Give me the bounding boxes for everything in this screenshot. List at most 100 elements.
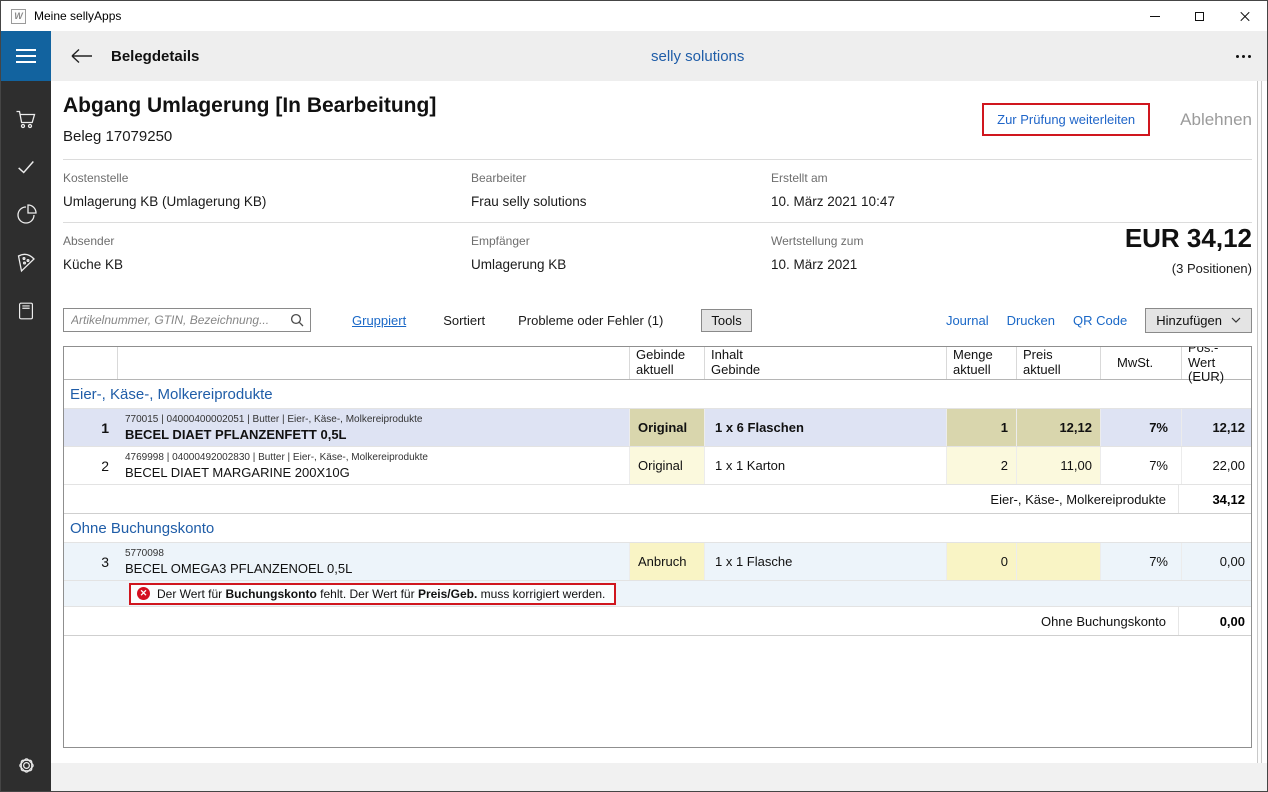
check-icon (15, 156, 37, 178)
field-absender: Absender Küche KB (63, 234, 471, 272)
more-dots-icon (1236, 55, 1239, 58)
col-gebinde: Gebinde aktuell (629, 347, 704, 379)
search-icon (290, 313, 304, 327)
col-mwst: MwSt. (1100, 347, 1181, 379)
print-link[interactable]: Drucken (1007, 313, 1055, 328)
gebinde-cell[interactable]: Anbruch (629, 543, 704, 580)
sidebar-item-settings[interactable] (1, 741, 51, 789)
field-empfaenger: Empfänger Umlagerung KB (471, 234, 771, 272)
window-title: Meine sellyApps (34, 9, 121, 23)
group-total-label: Ohne Buchungskonto (1041, 614, 1178, 629)
list-toolbar: Gruppiert Sortiert Probleme oder Fehler … (63, 307, 1252, 333)
meta-row-2: Absender Küche KB Empfänger Umlagerung K… (63, 223, 1252, 285)
close-icon (1239, 10, 1251, 22)
total-amount: EUR 34,12 (1125, 223, 1252, 254)
titlebar: W Meine sellyApps (1, 1, 1267, 31)
sidebar-item-reports[interactable] (1, 191, 51, 239)
book-icon (15, 300, 37, 322)
forward-for-review-button[interactable]: Zur Prüfung weiterleiten (984, 105, 1148, 134)
search-input[interactable] (64, 310, 290, 330)
sidebar-item-cart[interactable] (1, 95, 51, 143)
error-circle-icon: ✕ (137, 587, 150, 600)
problems-filter[interactable]: Probleme oder Fehler (1) (518, 313, 663, 328)
more-options-button[interactable] (1236, 55, 1251, 58)
inhalt-cell: 1 x 1 Flasche (704, 543, 946, 580)
preis-cell[interactable]: 11,00 (1016, 447, 1100, 484)
app-logo-icon: W (11, 9, 26, 24)
table-row[interactable]: 1 770015 | 04000400002051 | Butter | Eie… (64, 409, 1251, 447)
inhalt-cell: 1 x 6 Flaschen (704, 409, 946, 446)
mwst-cell: 7% (1100, 447, 1181, 484)
sorted-toggle[interactable]: Sortiert (443, 313, 485, 328)
close-button[interactable] (1222, 1, 1267, 31)
app-window: W Meine sellyApps (0, 0, 1268, 792)
scrollbar-track[interactable] (1257, 81, 1262, 763)
gebinde-cell[interactable]: Original (629, 447, 704, 484)
chevron-down-icon (1231, 317, 1241, 323)
mwst-cell: 7% (1100, 543, 1181, 580)
gear-icon (16, 755, 37, 776)
article-cell: 5770098 BECEL OMEGA3 PFLANZENOEL 0,5L (117, 543, 629, 580)
article-cell: 770015 | 04000400002051 | Butter | Eier-… (117, 409, 629, 446)
search-box[interactable] (63, 308, 311, 332)
sidebar-item-catalog[interactable] (1, 287, 51, 335)
total-positions: (3 Positionen) (1125, 261, 1252, 276)
meta-row-1: Kostenstelle Umlagerung KB (Umlagerung K… (63, 160, 1252, 223)
add-dropdown-button[interactable]: Hinzufügen (1145, 308, 1252, 333)
col-preis: Preis aktuell (1016, 347, 1100, 379)
group-total-label: Eier-, Käse-, Molkereiprodukte (990, 492, 1178, 507)
reject-button[interactable]: Ablehnen (1180, 110, 1252, 130)
gebinde-cell[interactable]: Original (629, 409, 704, 446)
pizza-icon (14, 251, 38, 275)
maximize-button[interactable] (1177, 1, 1222, 31)
journal-link[interactable]: Journal (946, 313, 989, 328)
group-total-value: 34,12 (1178, 485, 1251, 513)
row-number: 3 (64, 543, 117, 580)
qr-code-link[interactable]: QR Code (1073, 313, 1127, 328)
article-meta: 4769998 | 04000492002830 | Butter | Eier… (125, 452, 428, 463)
article-name: BECEL DIAET PFLANZENFETT 0,5L (125, 427, 347, 442)
cart-icon (14, 107, 38, 131)
preis-cell[interactable]: 12,12 (1016, 409, 1100, 446)
top-command-bar: Belegdetails selly solutions (51, 31, 1267, 81)
document-total: EUR 34,12 (3 Positionen) (1125, 223, 1252, 276)
field-kostenstelle: Kostenstelle Umlagerung KB (Umlagerung K… (63, 171, 471, 209)
mwst-cell: 7% (1100, 409, 1181, 446)
row-error-strip: ✕ Der Wert für Buchungskonto fehlt. Der … (64, 581, 1251, 607)
menge-cell[interactable]: 2 (946, 447, 1016, 484)
preis-cell[interactable] (1016, 543, 1100, 580)
maximize-icon (1195, 12, 1204, 21)
poswert-cell: 22,00 (1181, 447, 1251, 484)
article-cell: 4769998 | 04000492002830 | Butter | Eier… (117, 447, 629, 484)
menu-button[interactable] (1, 31, 51, 81)
col-inhalt: Inhalt Gebinde (704, 347, 946, 379)
col-poswert: Pos.-Wert (EUR) (1181, 347, 1251, 379)
table-row[interactable]: 3 5770098 BECEL OMEGA3 PFLANZENOEL 0,5L … (64, 543, 1251, 581)
col-menge: Menge aktuell (946, 347, 1016, 379)
minimize-icon (1150, 16, 1160, 17)
back-arrow-icon (70, 48, 94, 64)
table-row[interactable]: 2 4769998 | 04000492002830 | Butter | Ei… (64, 447, 1251, 485)
group-header: Ohne Buchungskonto (64, 514, 1251, 543)
article-meta: 5770098 (125, 548, 164, 559)
back-button[interactable] (69, 48, 95, 64)
grouped-toggle[interactable]: Gruppiert (352, 313, 406, 328)
menge-cell[interactable]: 0 (946, 543, 1016, 580)
row-number: 2 (64, 447, 117, 484)
page-title: Belegdetails (111, 48, 199, 65)
field-bearbeiter: Bearbeiter Frau selly solutions (471, 171, 771, 209)
sidebar-item-tasks[interactable] (1, 143, 51, 191)
group-total-row: Ohne Buchungskonto 0,00 (64, 607, 1251, 636)
menge-cell[interactable]: 1 (946, 409, 1016, 446)
tools-button[interactable]: Tools (701, 309, 751, 332)
sidebar-item-food[interactable] (1, 239, 51, 287)
article-name: BECEL DIAET MARGARINE 200X10G (125, 465, 350, 480)
minimize-button[interactable] (1132, 1, 1177, 31)
row-number: 1 (64, 409, 117, 446)
positions-table: Gebinde aktuell Inhalt Gebinde Menge akt… (63, 346, 1252, 748)
brand-label: selly solutions (651, 48, 744, 65)
error-text: Der Wert für Buchungskonto fehlt. Der We… (157, 587, 605, 601)
poswert-cell: 12,12 (1181, 409, 1251, 446)
pie-chart-icon (14, 203, 38, 227)
inhalt-cell: 1 x 1 Karton (704, 447, 946, 484)
